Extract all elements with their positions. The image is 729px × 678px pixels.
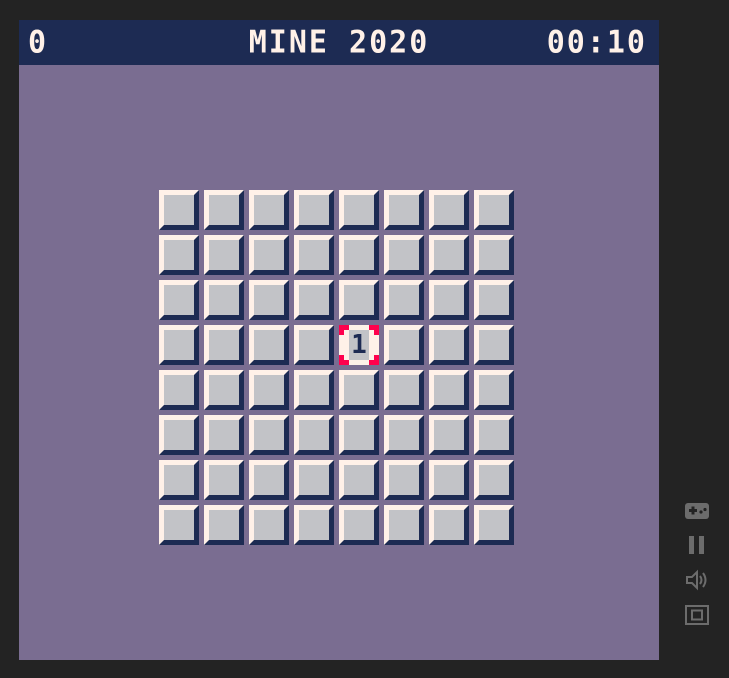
mine-cell[interactable] (294, 415, 334, 455)
mine-cell[interactable] (294, 280, 334, 320)
mine-cell[interactable] (474, 235, 514, 275)
mine-cell[interactable] (474, 505, 514, 545)
mine-cell[interactable] (384, 235, 424, 275)
mine-cell[interactable] (249, 505, 289, 545)
mine-cell[interactable] (294, 370, 334, 410)
mine-cell[interactable] (429, 235, 469, 275)
mine-cell[interactable] (339, 505, 379, 545)
mine-cell[interactable] (339, 415, 379, 455)
mine-cell[interactable] (339, 190, 379, 230)
pause-icon[interactable] (684, 534, 710, 558)
mine-cell[interactable] (159, 235, 199, 275)
fullscreen-icon[interactable] (684, 604, 710, 628)
cell-number: 1 (351, 330, 367, 360)
mine-cell[interactable] (384, 460, 424, 500)
sound-icon[interactable] (684, 569, 710, 593)
mine-cell[interactable] (474, 325, 514, 365)
mine-cell[interactable] (159, 505, 199, 545)
revealed-cell[interactable]: 1 (339, 325, 379, 365)
mine-cell[interactable] (429, 370, 469, 410)
gamepad-icon[interactable] (684, 500, 710, 524)
mine-cell[interactable] (339, 370, 379, 410)
mine-cell[interactable] (159, 190, 199, 230)
mine-cell[interactable] (384, 505, 424, 545)
mine-cell[interactable] (204, 325, 244, 365)
mine-cell[interactable] (384, 280, 424, 320)
timer: 00:10 (546, 24, 647, 61)
mine-grid[interactable]: 1 (159, 190, 519, 550)
mine-cell[interactable] (474, 370, 514, 410)
mine-cell[interactable] (249, 235, 289, 275)
mine-cell[interactable] (204, 415, 244, 455)
mine-cell[interactable] (159, 370, 199, 410)
mine-cell[interactable] (429, 190, 469, 230)
mine-cell[interactable] (429, 415, 469, 455)
mine-cell[interactable] (249, 460, 289, 500)
mine-cell[interactable] (474, 280, 514, 320)
mine-cell[interactable] (339, 460, 379, 500)
mine-cell[interactable] (159, 460, 199, 500)
mine-cell[interactable] (339, 280, 379, 320)
mine-cell[interactable] (294, 460, 334, 500)
mine-cell[interactable] (384, 415, 424, 455)
mine-cell[interactable] (429, 505, 469, 545)
mine-cell[interactable] (249, 280, 289, 320)
mine-cell[interactable] (204, 505, 244, 545)
mine-cell[interactable] (429, 280, 469, 320)
mine-cell[interactable] (474, 460, 514, 500)
mine-cell[interactable] (339, 235, 379, 275)
mine-cell[interactable] (474, 190, 514, 230)
game-screen[interactable]: 0 MINE 2020 00:10 1 (19, 20, 659, 660)
mine-cell[interactable] (249, 325, 289, 365)
mine-cell[interactable] (159, 415, 199, 455)
mine-cell[interactable] (204, 190, 244, 230)
mine-cell[interactable] (294, 505, 334, 545)
hud-bar: 0 MINE 2020 00:10 (19, 20, 659, 65)
mine-cell[interactable] (204, 280, 244, 320)
mine-cell[interactable] (294, 190, 334, 230)
mine-cell[interactable] (294, 325, 334, 365)
mine-cell[interactable] (429, 460, 469, 500)
mine-cell[interactable] (249, 415, 289, 455)
mine-cell[interactable] (294, 235, 334, 275)
mine-cell[interactable] (204, 370, 244, 410)
mine-cell[interactable] (384, 325, 424, 365)
mine-cell[interactable] (249, 190, 289, 230)
mine-cell[interactable] (384, 190, 424, 230)
mine-cell[interactable] (159, 280, 199, 320)
mine-cell[interactable] (204, 460, 244, 500)
mine-cell[interactable] (474, 415, 514, 455)
mine-cell[interactable] (429, 325, 469, 365)
mine-cell[interactable] (204, 235, 244, 275)
mine-cell[interactable] (249, 370, 289, 410)
mine-cell[interactable] (159, 325, 199, 365)
mine-cell[interactable] (384, 370, 424, 410)
